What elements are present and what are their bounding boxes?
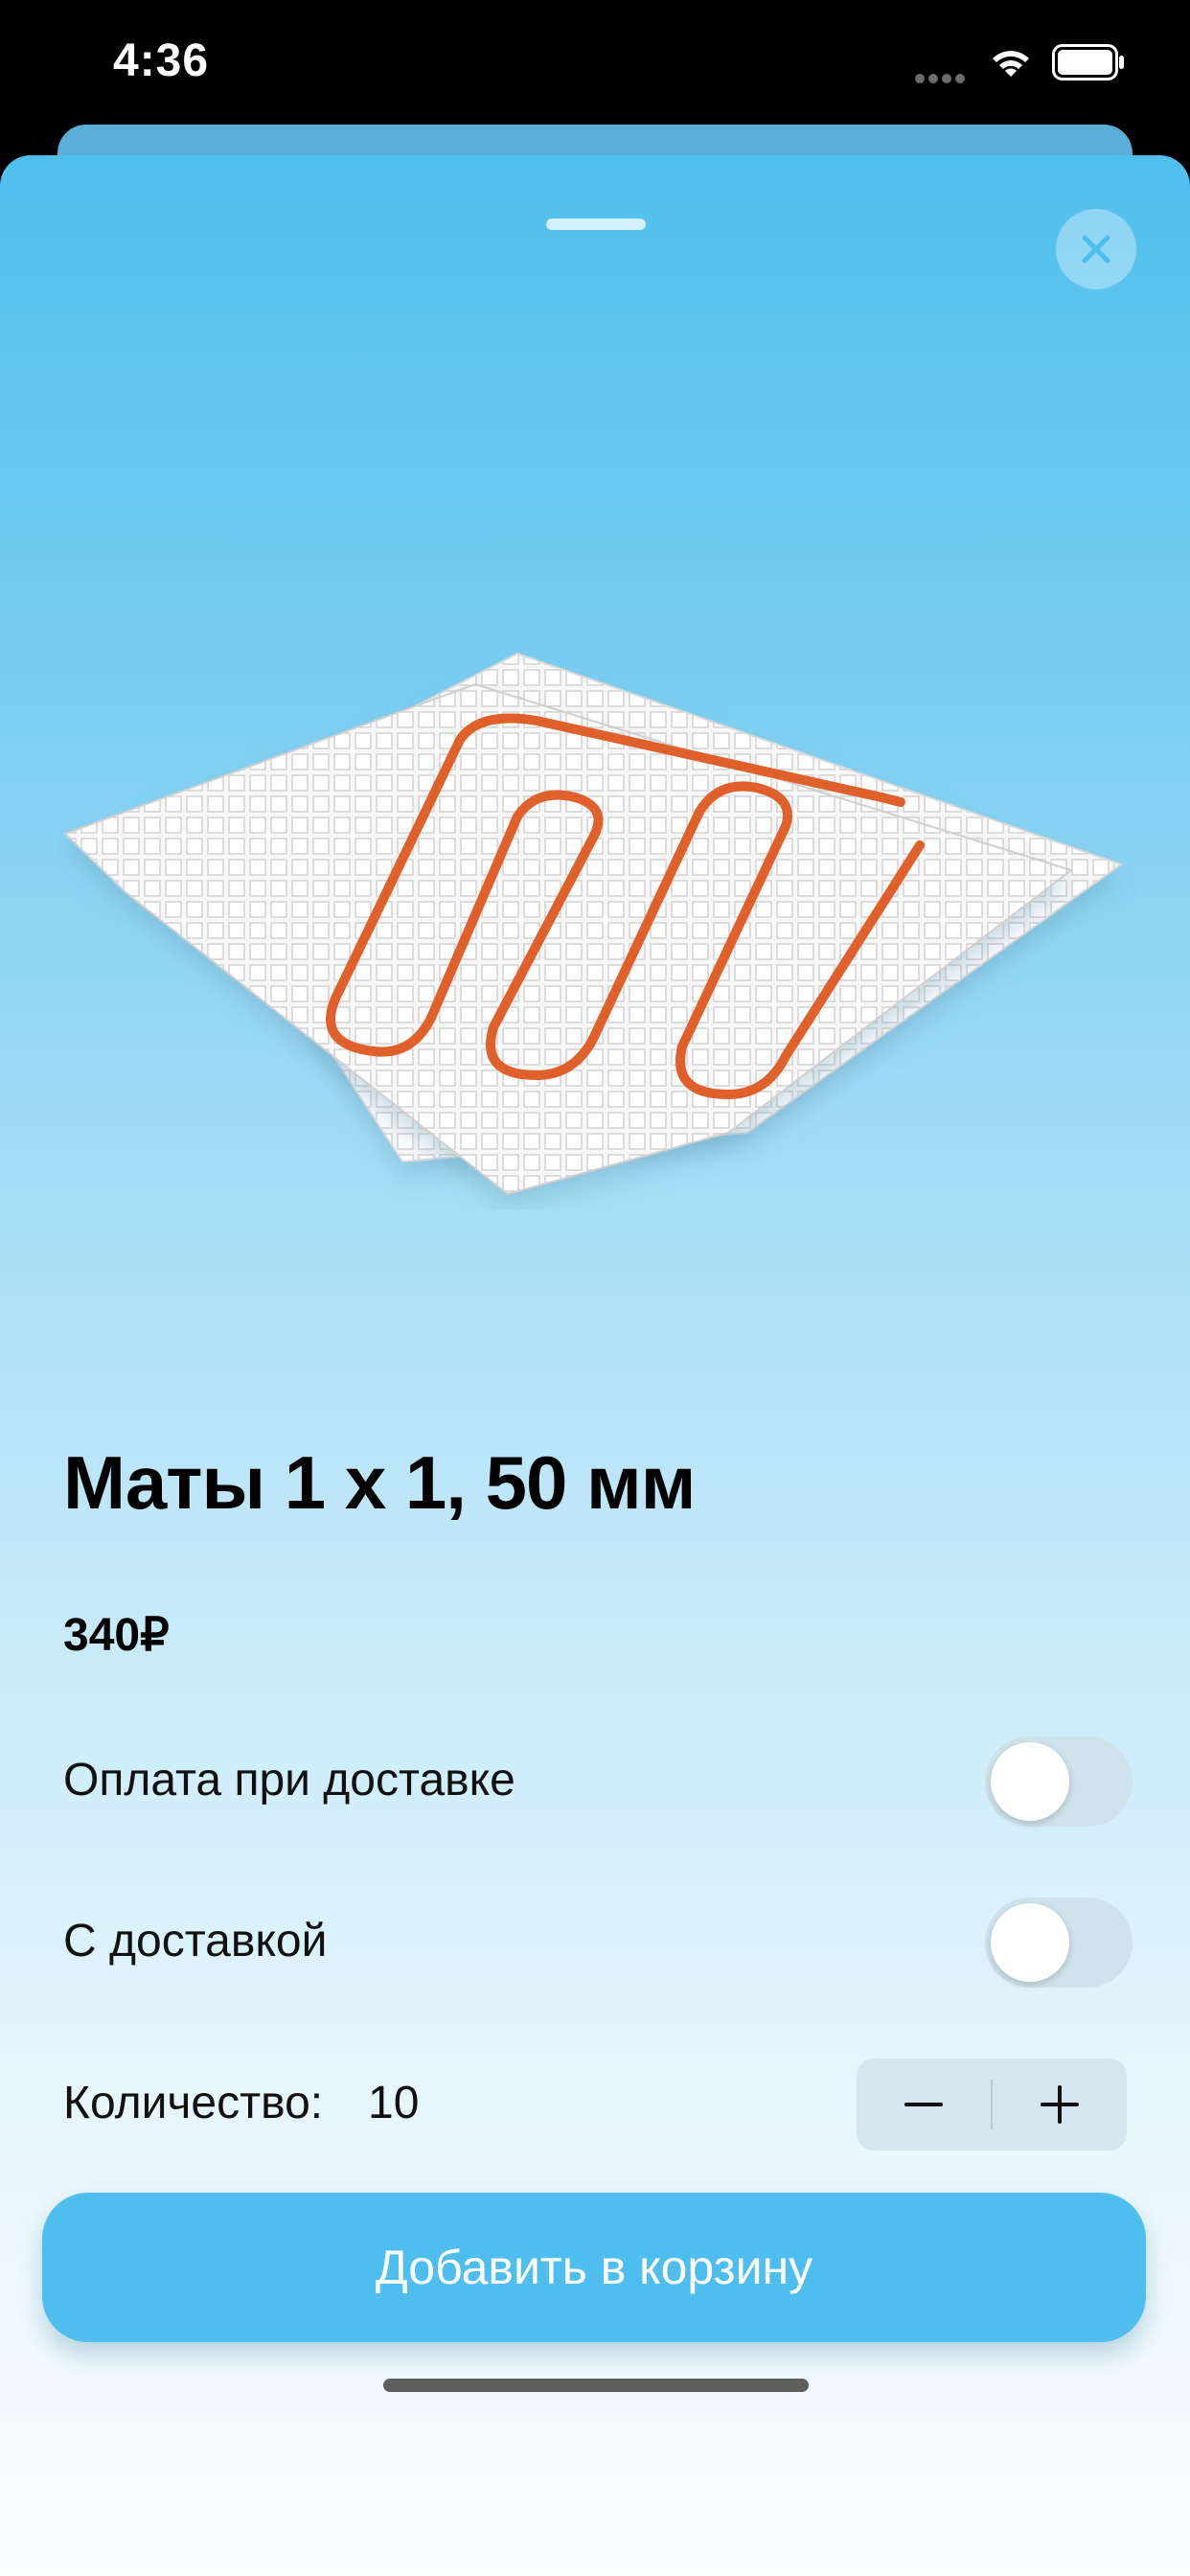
battery-icon (1052, 44, 1124, 80)
decrement-button[interactable] (857, 2058, 991, 2150)
toggle-knob (991, 1903, 1069, 1982)
close-icon (1082, 235, 1110, 264)
delivery-toggle[interactable] (985, 1898, 1133, 1988)
cod-label: Оплата при доставке (63, 1755, 515, 1806)
close-button[interactable] (1056, 209, 1136, 289)
product-sheet: Маты 1 x 1, 50 мм 340₽ Оплата при достав… (0, 155, 1190, 2576)
add-to-cart-button[interactable]: Добавить в корзину (42, 2193, 1146, 2342)
product-image (63, 652, 1124, 1196)
signal-icon (915, 71, 971, 83)
wifi-icon (993, 51, 1029, 77)
plus-icon (1041, 2085, 1079, 2124)
minus-icon (904, 2103, 943, 2106)
toggle-knob (991, 1742, 1069, 1821)
increment-button[interactable] (993, 2058, 1127, 2150)
quantity-label: Количество: (63, 2078, 324, 2128)
quantity-stepper (857, 2058, 1127, 2150)
quantity-value: 10 (368, 2078, 420, 2128)
delivery-label: С доставкой (63, 1916, 328, 1966)
sheet-grabber[interactable] (546, 218, 646, 230)
home-indicator (383, 2379, 809, 2392)
status-bar: 4:36 (0, 0, 1190, 125)
product-title: Маты 1 x 1, 50 мм (63, 1440, 696, 1525)
cod-toggle[interactable] (985, 1736, 1133, 1827)
product-price: 340₽ (63, 1610, 170, 1661)
status-time: 4:36 (113, 35, 210, 86)
